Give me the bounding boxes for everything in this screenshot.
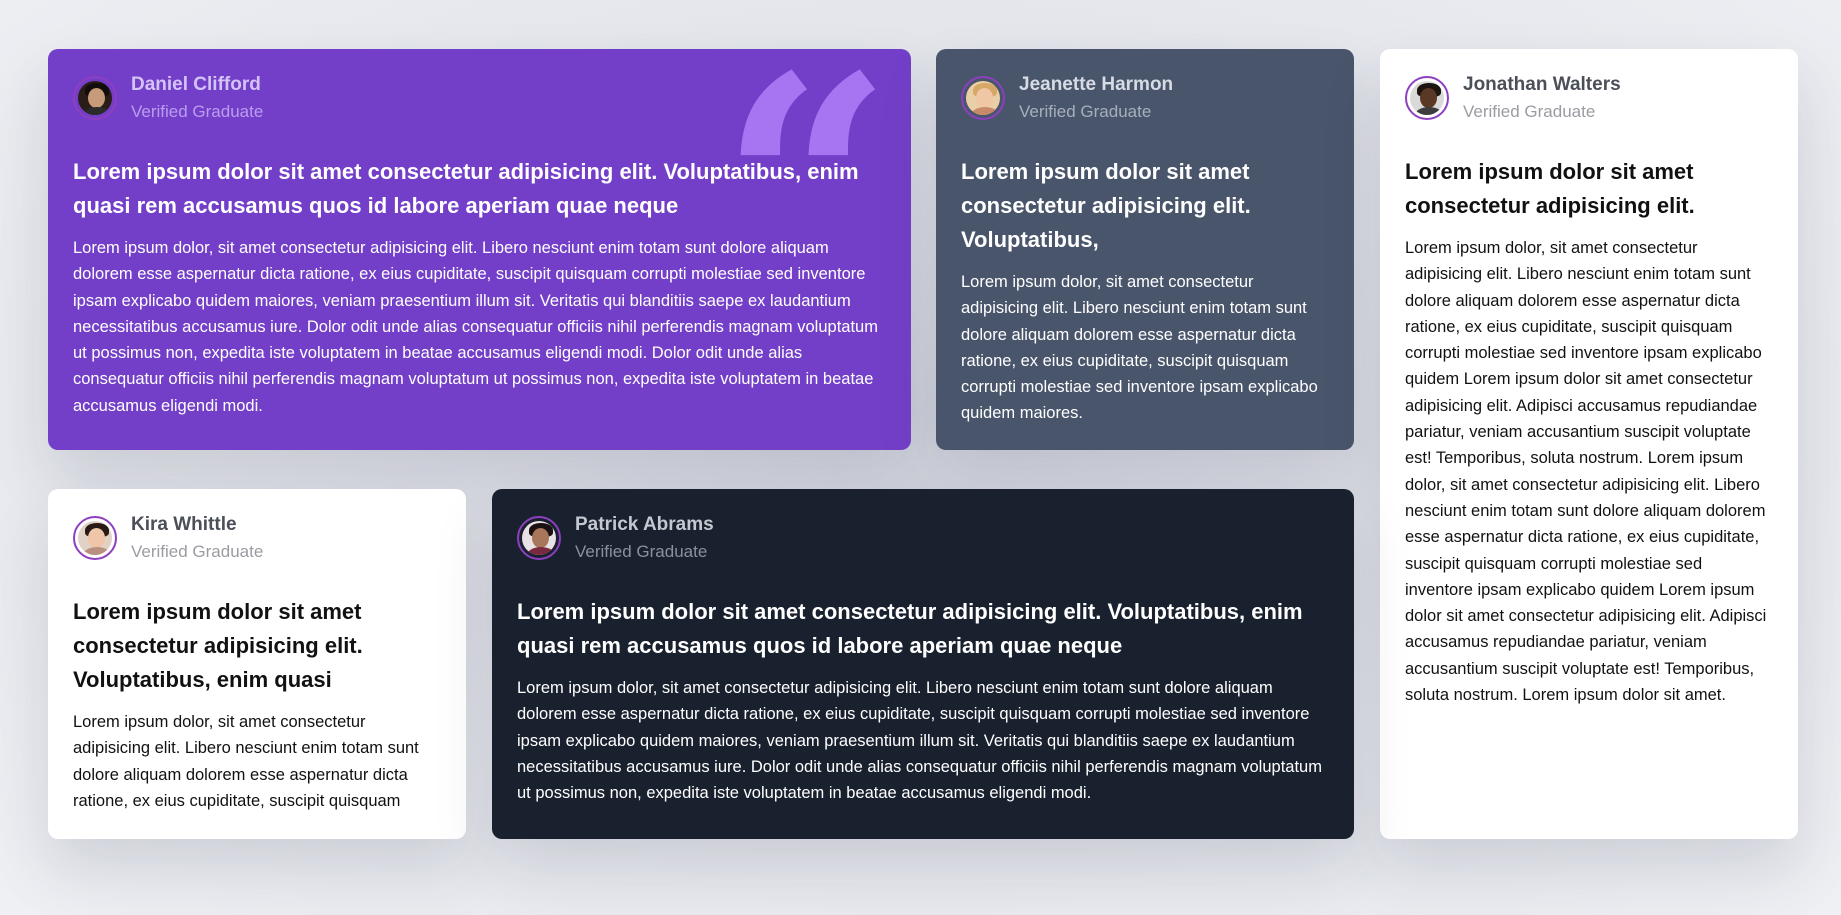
testimonial-card-daniel-clifford: “ Daniel Clifford Verified Graduate Lore… [48, 49, 911, 450]
testimonial-title: Lorem ipsum dolor sit amet consectetur a… [1405, 159, 1695, 218]
testimonial-header: Patrick Abrams Verified Graduate [517, 513, 1329, 563]
avatar [517, 516, 561, 560]
testimonial-card-kira-whittle: Kira Whittle Verified Graduate Lorem ips… [48, 489, 466, 839]
testimonial-title: Lorem ipsum dolor sit amet consectetur a… [73, 159, 859, 218]
testimonial-text: Lorem ipsum dolor, sit amet consectetur … [961, 273, 1318, 423]
author-role: Verified Graduate [575, 541, 708, 561]
testimonial-title: Lorem ipsum dolor sit amet consectetur a… [517, 599, 1303, 658]
testimonial-text: Lorem ipsum dolor, sit amet consectetur … [1405, 239, 1767, 705]
author-name: Jonathan Walters [1463, 73, 1621, 95]
testimonial-card-patrick-abrams: Patrick Abrams Verified Graduate Lorem i… [492, 489, 1354, 839]
testimonial-card-jonathan-walters: Jonathan Walters Verified Graduate Lorem… [1380, 49, 1798, 839]
testimonial-card-jeanette-harmon: Jeanette Harmon Verified Graduate Lorem … [936, 49, 1354, 450]
testimonial-text: Lorem ipsum dolor, sit amet consectetur … [517, 679, 1322, 803]
avatar [73, 76, 117, 120]
testimonial-text: Lorem ipsum dolor, sit amet consectetur … [73, 239, 878, 415]
author-name: Kira Whittle [131, 513, 237, 535]
testimonial-text: Lorem ipsum dolor, sit amet consectetur … [73, 713, 419, 810]
testimonial-title: Lorem ipsum dolor sit amet consectetur a… [961, 159, 1251, 252]
author-name: Patrick Abrams [575, 513, 714, 535]
author-role: Verified Graduate [131, 541, 264, 561]
avatar [73, 516, 117, 560]
testimonial-title: Lorem ipsum dolor sit amet consectetur a… [73, 599, 363, 692]
avatar [961, 76, 1005, 120]
avatar [1405, 76, 1449, 120]
author-role: Verified Graduate [131, 101, 264, 121]
author-name: Jeanette Harmon [1019, 73, 1174, 95]
testimonial-header: Jonathan Walters Verified Graduate [1405, 73, 1773, 123]
testimonial-header: Kira Whittle Verified Graduate [73, 513, 441, 563]
author-role: Verified Graduate [1463, 101, 1596, 121]
testimonial-header: Jeanette Harmon Verified Graduate [961, 73, 1329, 123]
testimonial-header: Daniel Clifford Verified Graduate [73, 73, 886, 123]
author-name: Daniel Clifford [131, 73, 261, 95]
author-role: Verified Graduate [1019, 101, 1152, 121]
